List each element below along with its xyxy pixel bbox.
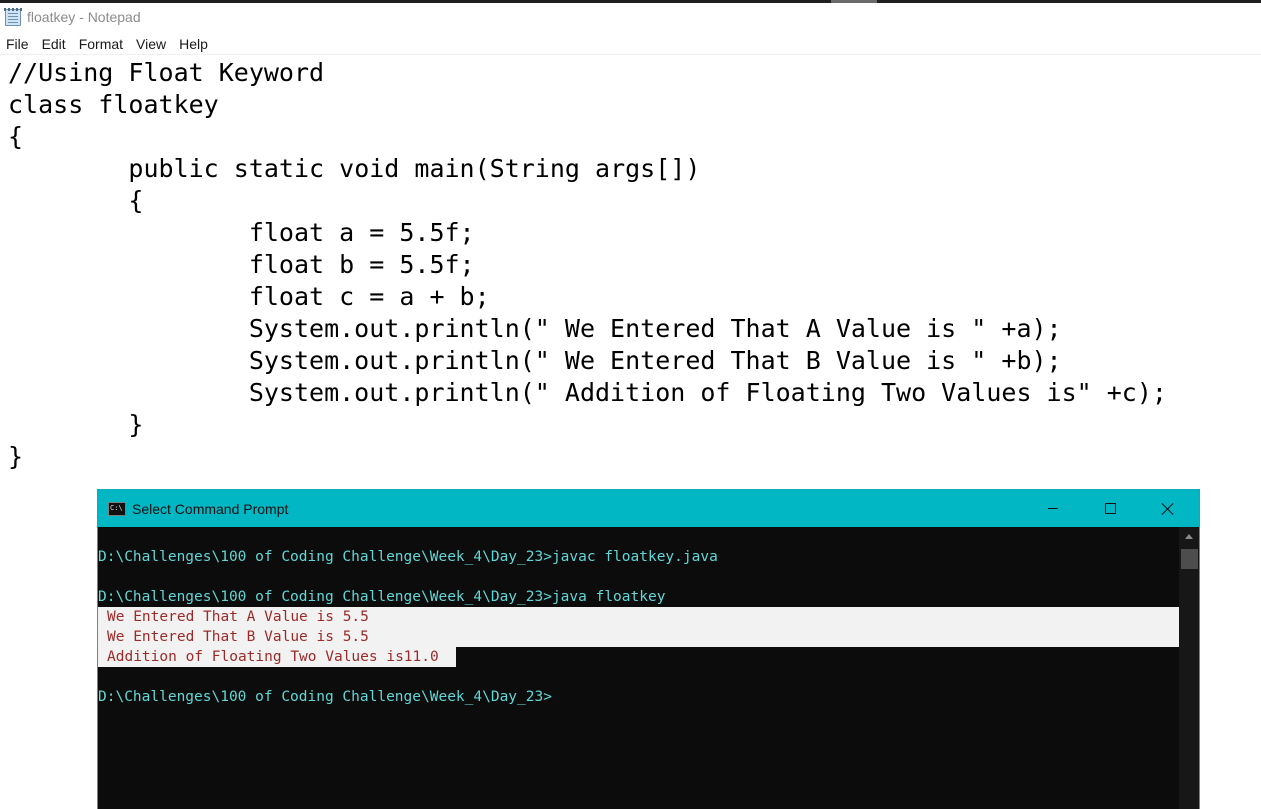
notepad-icon <box>4 7 22 26</box>
console-line-java: D:\Challenges\100 of Coding Challenge\We… <box>98 589 666 605</box>
menu-edit[interactable]: Edit <box>35 33 72 55</box>
console-line-javac: D:\Challenges\100 of Coding Challenge\We… <box>98 549 718 565</box>
cmd-window-title: Select Command Prompt <box>132 500 289 517</box>
close-icon <box>1161 502 1175 516</box>
close-button[interactable] <box>1139 490 1197 527</box>
console-output-a: We Entered That A Value is 5.5 <box>98 607 369 627</box>
console-output-b: We Entered That B Value is 5.5 <box>98 627 369 647</box>
menu-format[interactable]: Format <box>72 33 129 55</box>
scroll-thumb[interactable] <box>1181 549 1198 569</box>
notepad-window-title: floatkey - Notepad <box>27 9 141 25</box>
cmd-scrollbar[interactable] <box>1179 527 1199 809</box>
maximize-icon <box>1104 503 1116 514</box>
notepad-title-bar[interactable]: floatkey - Notepad <box>0 3 1261 31</box>
menu-help[interactable]: Help <box>172 33 214 55</box>
menu-view[interactable]: View <box>129 33 172 55</box>
command-prompt-window[interactable]: Select Command Prompt D:\Challenges\100 … <box>97 489 1200 809</box>
notepad-text-area[interactable]: //Using Float Keyword class floatkey { p… <box>8 57 1167 473</box>
cmd-title-bar[interactable]: Select Command Prompt <box>98 490 1199 527</box>
minimize-icon <box>1048 508 1058 509</box>
console-output-sum: Addition of Floating Two Values is11.0 <box>98 647 456 667</box>
minimize-button[interactable] <box>1024 490 1082 527</box>
maximize-button[interactable] <box>1081 490 1139 527</box>
notepad-menu-bar: File Edit Format View Help <box>0 33 1261 55</box>
cmd-console[interactable]: D:\Challenges\100 of Coding Challenge\We… <box>98 527 1179 809</box>
cmd-icon <box>108 501 126 516</box>
scroll-up-arrow-icon[interactable] <box>1185 534 1193 539</box>
menu-file[interactable]: File <box>0 33 35 55</box>
console-line-prompt: D:\Challenges\100 of Coding Challenge\We… <box>98 689 552 705</box>
